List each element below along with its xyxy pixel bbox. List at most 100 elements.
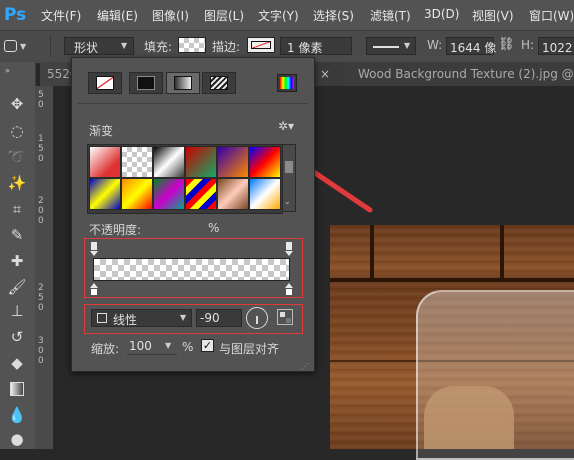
angle-field[interactable]: -90 [196,309,242,327]
gradient-preset[interactable] [217,178,249,210]
opacity-stop-pointer [285,251,293,256]
gradient-preset[interactable] [121,178,153,210]
opacity-stop-left[interactable] [90,241,98,251]
ruler-mark: 2 [38,196,44,206]
chevron-down-icon: ▼ [404,41,411,50]
gradient-section-title: 渐变 [89,124,114,138]
chevron-down-icon[interactable]: ⌄ [284,197,291,206]
height-field[interactable]: 1022 像 [538,37,574,55]
gradient-preset[interactable] [249,178,281,210]
magic-wand-tool-icon[interactable]: ✨ [7,173,27,193]
gradient-icon [174,76,192,90]
stroke-width-field[interactable]: 1 像素 [280,37,352,55]
menu-file[interactable]: 文件(F) [41,7,81,24]
gear-icon[interactable]: ✲▾ [278,119,294,133]
menu-window[interactable]: 窗口(W) [529,7,574,24]
opacity-stop-right[interactable] [285,241,293,251]
gradient-preset[interactable] [185,146,217,178]
ruler-mark: 0 [38,154,44,164]
dodge-tool-icon[interactable]: ● [7,429,27,449]
blur-tool-icon[interactable]: 💧 [7,405,27,425]
no-stroke-icon [251,41,271,49]
chevron-down-icon: ▼ [20,42,27,51]
reverse-gradient-icon[interactable] [277,309,293,325]
gradient-type-dropdown[interactable]: 线性 ▼ [91,309,192,327]
fill-label: 填充: [144,40,173,54]
lasso-tool-icon[interactable]: ➰ [7,147,27,167]
menu-layer[interactable]: 图层(L) [204,7,244,24]
photoshop-logo: Ps [4,5,27,25]
marquee-tool-icon[interactable]: ◌ [7,121,27,141]
brush-tool-icon[interactable]: 🖌 [7,277,27,297]
width-field[interactable]: 1644 像 [446,37,497,55]
h-label: H: [521,38,535,52]
gradient-button[interactable] [166,72,200,94]
ruler-mark: 1 [38,134,44,144]
gradient-preset[interactable] [153,146,185,178]
menu-image[interactable]: 图像(I) [152,7,189,24]
wood-reflection-blob [424,386,514,449]
stroke-swatch[interactable] [247,37,275,53]
menu-view[interactable]: 视图(V) [472,7,514,24]
color-stop-left[interactable] [90,288,98,296]
linear-gradient-icon [97,313,107,323]
presets-scrollbar[interactable]: ⌄ [282,144,296,212]
scale-field[interactable]: 100 ▼ [127,338,177,355]
ruler-mark: 0 [38,100,44,110]
ruler-mark: 2 [38,283,44,293]
menu-edit[interactable]: 编辑(E) [97,7,138,24]
scrollbar-thumb[interactable] [285,161,293,173]
chevron-down-icon: ▼ [165,341,172,350]
color-stop-right[interactable] [285,288,293,296]
resize-grip-icon[interactable]: ⋰ [301,362,309,371]
gradient-preset[interactable] [185,178,217,210]
clone-stamp-tool-icon[interactable]: ⊥ [7,301,27,321]
crop-tool-icon[interactable]: ⌗ [7,199,27,219]
color-picker-button[interactable] [277,74,297,92]
eyedropper-tool-icon[interactable]: ✎ [7,225,27,245]
stroke-type-dropdown[interactable]: ▼ [366,37,416,55]
gradient-preset[interactable] [249,146,281,178]
move-tool-icon[interactable]: ✥ [7,94,27,114]
plank-seam [500,225,504,280]
angle-dial[interactable] [246,307,268,329]
collapse-arrows-icon[interactable]: » [5,66,10,75]
gradient-preset[interactable] [89,146,121,178]
ruler-mark: 0 [38,216,44,226]
fill-swatch[interactable] [178,37,206,53]
gradient-preview-bar[interactable] [93,258,290,281]
link-icon[interactable]: ⛓ [498,37,515,52]
solid-color-icon [137,76,155,90]
color-picker-icon [280,77,294,89]
ruler-mark: 5 [38,293,44,303]
pattern-button[interactable] [202,72,236,94]
scale-value: 100 [129,339,152,353]
no-fill-button[interactable] [88,72,122,94]
height-value: 1022 像 [542,41,574,55]
eraser-tool-icon[interactable]: ◆ [7,353,27,373]
divider [78,103,308,104]
solid-line-icon [373,46,399,48]
opacity-field[interactable] [148,221,200,237]
ruler-mark: 5 [38,90,44,100]
plank-seam [330,278,574,282]
healing-brush-tool-icon[interactable]: ✚ [7,251,27,271]
solid-color-button[interactable] [129,72,163,94]
align-with-layer-checkbox[interactable]: ✓ [201,339,214,352]
stroke-label: 描边: [212,40,241,54]
menu-type[interactable]: 文字(Y) [258,7,299,24]
gradient-preset[interactable] [121,146,153,178]
align-with-layer-label: 与图层对齐 [219,342,280,356]
menu-3d[interactable]: 3D(D) [424,7,459,21]
history-brush-tool-icon[interactable]: ↺ [7,327,27,347]
shape-mode-dropdown[interactable]: 形状 ▼ [64,37,134,55]
angle-value: -90 [200,311,220,325]
menu-filter[interactable]: 滤镜(T) [370,7,411,24]
gradient-preset[interactable] [89,178,121,210]
menu-select[interactable]: 选择(S) [313,7,354,24]
tool-preset-picker[interactable]: ▼ [4,37,27,55]
width-value: 1644 像 [450,41,497,55]
gradient-tool-icon[interactable] [7,379,27,399]
gradient-preset[interactable] [217,146,249,178]
gradient-preset[interactable] [153,178,185,210]
